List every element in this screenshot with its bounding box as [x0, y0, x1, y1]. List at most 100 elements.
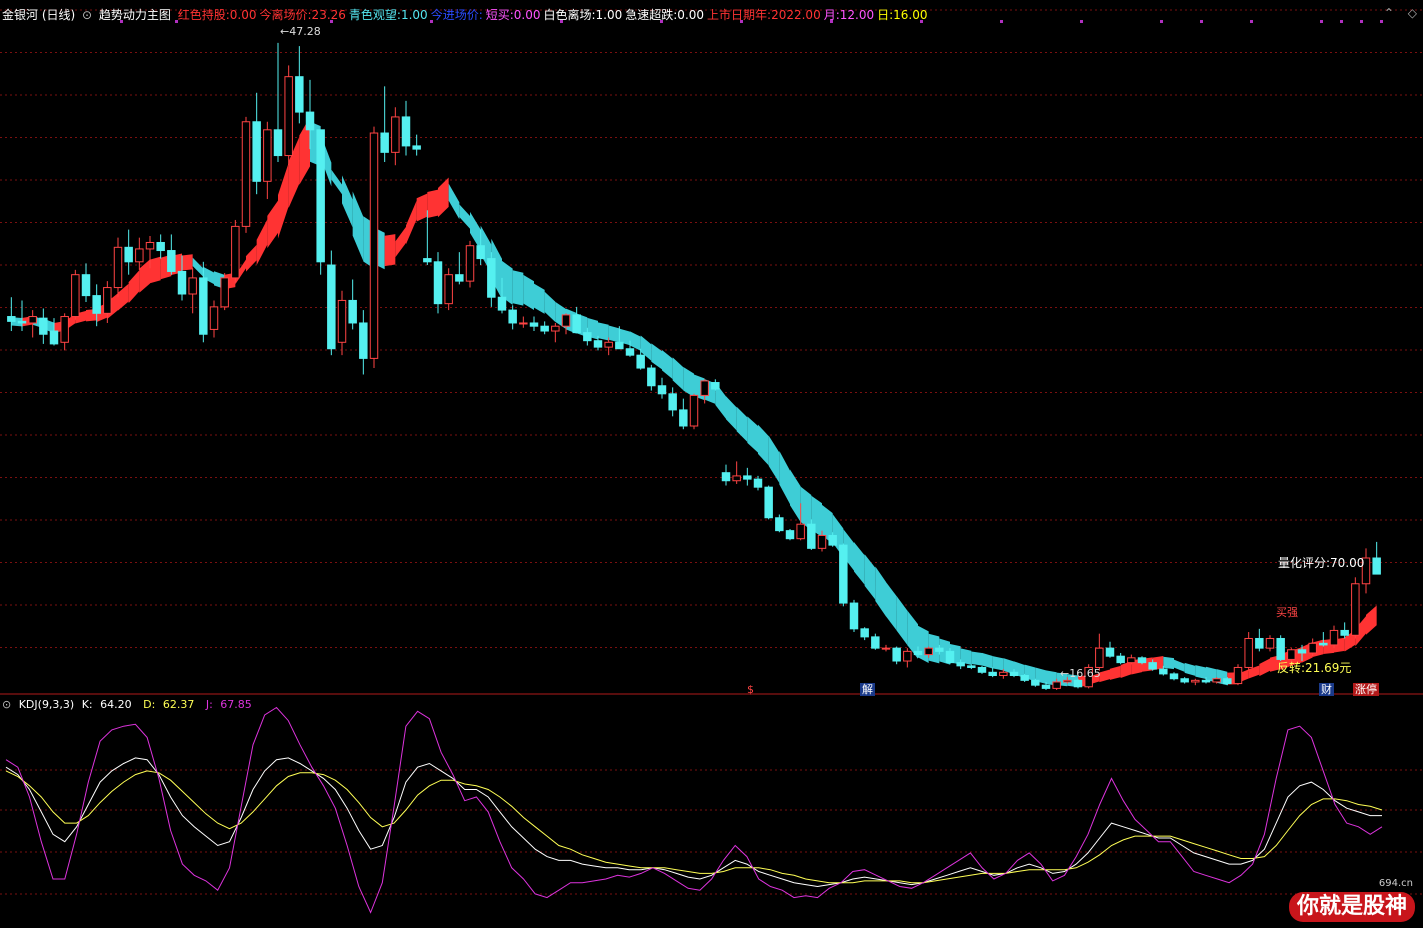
candle-body	[1297, 649, 1307, 654]
candle-body	[551, 325, 560, 332]
candle-body	[700, 380, 709, 396]
indicator-item-0: 红色持股:0.00	[177, 8, 257, 22]
candle-body	[935, 647, 944, 652]
candle-body	[423, 258, 432, 263]
settings-icon[interactable]: ⊙	[82, 8, 92, 22]
candle-body	[39, 317, 48, 335]
buy-signal-label: 买强	[1276, 606, 1298, 619]
trend-band-segment	[886, 582, 897, 631]
candle-body	[444, 274, 453, 305]
candle-body	[113, 246, 123, 289]
candle-body	[849, 602, 859, 630]
candle-body	[316, 129, 325, 263]
candle-body	[615, 341, 624, 350]
candle-body	[999, 671, 1008, 677]
candle-body	[92, 295, 101, 314]
trend-band-segment	[651, 343, 662, 370]
trend-band-segment	[992, 656, 1004, 671]
candle-body	[1020, 675, 1029, 681]
candle-body	[839, 544, 848, 604]
candle-body	[625, 348, 635, 356]
trend-band-segment	[1110, 665, 1121, 680]
trend-band-segment	[918, 625, 929, 663]
candle-body	[327, 264, 336, 350]
candle-body	[785, 530, 795, 540]
candle-body	[369, 132, 379, 359]
signal-dot	[1320, 20, 1323, 23]
signal-dot	[1360, 20, 1363, 23]
candle-body	[1351, 583, 1360, 636]
candle-body	[743, 475, 752, 480]
candle-body	[647, 367, 656, 387]
watermark-text: 你就是股神	[1288, 892, 1415, 922]
candle-body	[177, 270, 187, 295]
event-tag-jie[interactable]: 解	[860, 683, 875, 696]
candle-body	[572, 314, 581, 334]
indicator-item-8: 月:12.00	[823, 8, 875, 22]
candle-body	[1116, 655, 1125, 664]
trend-band-segment	[246, 244, 257, 272]
trend-band-segment	[448, 183, 460, 220]
candle-body	[657, 385, 667, 395]
event-tag-cai[interactable]: 财	[1319, 683, 1334, 696]
candle-body	[871, 636, 880, 649]
candle-body	[145, 241, 155, 250]
trend-band-segment	[384, 234, 396, 267]
trend-band-segment	[982, 652, 993, 669]
candle-body	[892, 647, 901, 662]
kdj-header: ⊙ KDJ(9,3,3) K: 64.20 D: 62.37 J: 67.85	[0, 697, 260, 713]
candle-body	[1063, 679, 1072, 683]
candle-body	[817, 534, 827, 549]
stock-title[interactable]: 金银河 (日线)	[2, 8, 75, 22]
collapse-icon[interactable]: ⌃	[1384, 6, 1394, 20]
candle-body	[1148, 662, 1157, 670]
indicator-name[interactable]: 趋势动力主图	[99, 8, 171, 22]
trend-band-segment	[1163, 656, 1174, 670]
trend-band-segment	[768, 435, 780, 483]
candle-body	[540, 325, 549, 332]
event-tag-s[interactable]: $	[745, 683, 756, 696]
trend-band-segment	[395, 226, 406, 258]
kdj-name[interactable]: KDJ(9,3,3)	[19, 698, 75, 711]
low-price-value: 16.65	[1069, 667, 1101, 680]
trend-band-segment	[598, 322, 609, 341]
trend-band-segment	[971, 651, 982, 666]
candle-body	[401, 116, 411, 147]
candle-body	[231, 225, 240, 279]
high-price-value: 47.28	[289, 25, 321, 38]
chart-header: 金银河 (日线) ⊙ 趋势动力主图 红色持股:0.00 今离场价:23.26 青色观…	[0, 6, 934, 24]
trend-band-segment	[683, 366, 694, 398]
trend-band-segment	[864, 554, 876, 600]
candle-body	[220, 277, 229, 308]
candle-body	[1372, 557, 1381, 575]
candle-body	[135, 248, 144, 263]
candle-body	[636, 354, 645, 369]
candle-body	[49, 330, 59, 345]
candle-body	[1191, 679, 1200, 683]
candle-body	[199, 277, 208, 335]
candle-body	[519, 322, 528, 325]
kdj-k: K: 64.20	[82, 698, 136, 711]
kdj-j-label: J:	[205, 698, 213, 711]
trend-band-segment	[747, 416, 758, 453]
candle-body	[305, 111, 315, 131]
trend-band-segment	[342, 175, 353, 228]
candle-body	[284, 76, 293, 157]
candle-body	[156, 241, 165, 252]
trend-band-segment	[278, 162, 289, 239]
candle-body	[167, 250, 176, 272]
candle-body	[391, 116, 400, 153]
kdj-settings-icon[interactable]: ⊙	[2, 698, 11, 711]
trend-band-segment	[779, 450, 790, 505]
diamond-icon[interactable]: ◇	[1408, 6, 1417, 20]
trend-band-segment	[256, 219, 268, 266]
candle-body	[913, 650, 923, 656]
trend-band-segment	[1184, 662, 1196, 676]
kdj-j-value: 67.85	[220, 698, 252, 711]
trend-band-segment	[150, 256, 161, 284]
candle-body	[455, 274, 464, 282]
event-tag-zhangting[interactable]: 涨停	[1353, 683, 1379, 696]
candle-body	[433, 261, 443, 305]
indicator-item-1: 今离场价:23.26	[259, 8, 346, 22]
candle-body	[679, 409, 688, 427]
